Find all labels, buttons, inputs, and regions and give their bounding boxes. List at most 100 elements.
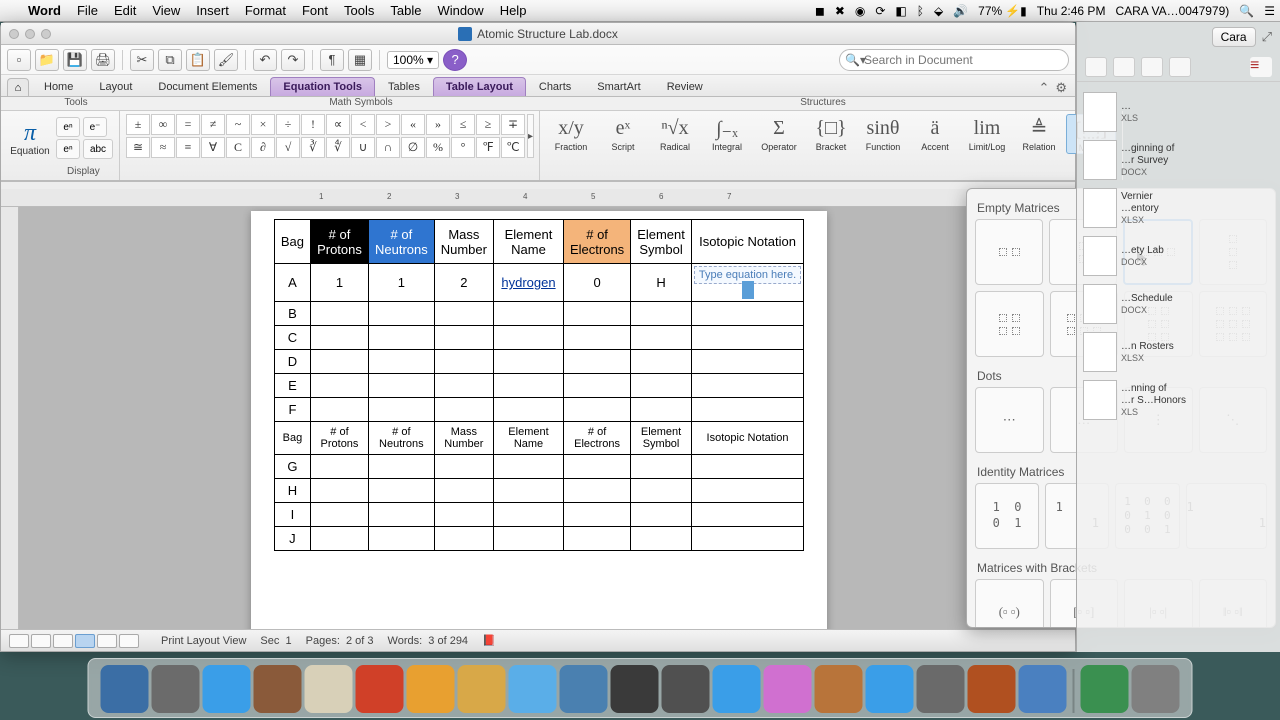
dots-mid[interactable]: ⋯ (975, 387, 1044, 453)
menu-edit[interactable]: Edit (106, 3, 144, 18)
menu-help[interactable]: Help (492, 3, 535, 18)
symbol-button[interactable]: ≡ (176, 137, 200, 158)
dock-app[interactable] (713, 665, 761, 713)
dock-app[interactable] (662, 665, 710, 713)
cell[interactable] (368, 503, 434, 527)
menu-file[interactable]: File (69, 3, 106, 18)
menulet-icon[interactable]: ◼ (810, 4, 830, 18)
cell[interactable]: H (631, 264, 692, 302)
menulet-icon[interactable]: ◉ (850, 4, 870, 18)
symbol-button[interactable]: ∪ (351, 137, 375, 158)
symbol-button[interactable]: ∞ (151, 114, 175, 135)
struct-function[interactable]: sinθFunction (858, 114, 908, 152)
symbol-button[interactable]: ℃ (501, 137, 525, 158)
cell[interactable] (368, 374, 434, 398)
view-outline-icon[interactable] (31, 634, 51, 648)
dock-app[interactable] (407, 665, 455, 713)
undo-icon[interactable]: ↶ (253, 49, 277, 71)
tab-tables[interactable]: Tables (375, 77, 433, 96)
menu-format[interactable]: Format (237, 3, 294, 18)
equation-button[interactable]: π Equation (7, 120, 53, 157)
cell[interactable] (691, 374, 803, 398)
volume-icon[interactable]: 🔊 (948, 4, 973, 18)
cell[interactable] (434, 326, 493, 350)
symbol-button[interactable]: ∓ (501, 114, 525, 135)
cell[interactable] (493, 527, 563, 551)
cell[interactable] (493, 302, 563, 326)
view-focus-icon[interactable] (119, 634, 139, 648)
tab-equation-tools[interactable]: Equation Tools (270, 77, 375, 96)
menulet-icon[interactable]: ✖ (830, 4, 850, 18)
status-words[interactable]: Words: 3 of 294 (388, 635, 469, 647)
cell[interactable] (434, 398, 493, 422)
cell[interactable] (691, 326, 803, 350)
notification-center-icon[interactable]: ☰ (1259, 4, 1280, 18)
symbol-button[interactable]: ℉ (476, 137, 500, 158)
cell[interactable] (434, 503, 493, 527)
cell-bag[interactable]: I (274, 503, 310, 527)
cell[interactable]: 1 (310, 264, 368, 302)
symbol-button[interactable]: ∂ (251, 137, 275, 158)
show-all-icon[interactable]: ▦ (348, 49, 372, 71)
cell[interactable] (434, 374, 493, 398)
cell-bag[interactable]: A (274, 264, 310, 302)
symbol-button[interactable]: ∝ (326, 114, 350, 135)
dock-app[interactable] (764, 665, 812, 713)
tab-docelements[interactable]: Document Elements (145, 77, 270, 96)
struct-relation[interactable]: ≜Relation (1014, 114, 1064, 152)
print-icon[interactable]: 🖨 (91, 49, 115, 71)
symbol-button[interactable]: ∩ (376, 137, 400, 158)
symbol-button[interactable]: » (426, 114, 450, 135)
cell[interactable] (310, 479, 368, 503)
tab-layout[interactable]: Layout (86, 77, 145, 96)
bluetooth-icon[interactable]: ᛒ (912, 4, 929, 18)
view-publishing-icon[interactable] (53, 634, 73, 648)
dock-app[interactable] (509, 665, 557, 713)
home-tab-icon[interactable]: ⌂ (7, 78, 29, 96)
symbol-button[interactable]: ≅ (126, 137, 150, 158)
cell[interactable] (310, 503, 368, 527)
cell-bag[interactable]: D (274, 350, 310, 374)
cell[interactable] (691, 455, 803, 479)
cell[interactable] (310, 302, 368, 326)
symbol-button[interactable]: ≤ (451, 114, 475, 135)
cell[interactable] (434, 302, 493, 326)
tab-review[interactable]: Review (654, 77, 716, 96)
symbol-button[interactable]: ∜ (326, 137, 350, 158)
file-item[interactable]: …ScheduleDOCX (1081, 280, 1276, 328)
dock-app[interactable] (203, 665, 251, 713)
help-icon[interactable]: ? (443, 49, 467, 71)
zoom-button[interactable] (41, 29, 51, 39)
cell[interactable] (310, 398, 368, 422)
identity-2x2[interactable]: 1 0 0 1 (975, 483, 1039, 549)
file-item[interactable]: Vernier…entoryXLSX (1081, 184, 1276, 232)
symbol-button[interactable]: % (426, 137, 450, 158)
cell-bag[interactable]: H (274, 479, 310, 503)
dock-app[interactable] (968, 665, 1016, 713)
symbol-button[interactable]: ! (301, 114, 325, 135)
struct-radical[interactable]: ⁿ√xRadical (650, 114, 700, 152)
paste-icon[interactable]: 📋 (186, 49, 210, 71)
symbol-button[interactable]: ∅ (401, 137, 425, 158)
normal-text-icon[interactable]: e⁻ (83, 117, 107, 137)
file-item[interactable]: …XLS (1081, 88, 1276, 136)
cell[interactable] (368, 479, 434, 503)
struct-bracket[interactable]: {□}Bracket (806, 114, 856, 152)
symbol-button[interactable]: ° (451, 137, 475, 158)
dock-app[interactable] (458, 665, 506, 713)
tab-home[interactable]: Home (31, 77, 86, 96)
redo-icon[interactable]: ↷ (281, 49, 305, 71)
cell[interactable] (310, 455, 368, 479)
horizontal-ruler[interactable]: 123 456 7 (1, 189, 1075, 207)
cell[interactable] (563, 374, 630, 398)
struct-limit/log[interactable]: limLimit/Log (962, 114, 1012, 152)
cell[interactable] (368, 350, 434, 374)
cell[interactable] (368, 455, 434, 479)
menu-insert[interactable]: Insert (188, 3, 237, 18)
cell[interactable] (493, 398, 563, 422)
ribbon-settings-icon[interactable]: ⚙ (1055, 80, 1067, 96)
sp-icon[interactable] (1085, 57, 1107, 77)
cell-bag[interactable]: B (274, 302, 310, 326)
open-icon[interactable]: 📁 (35, 49, 59, 71)
menu-window[interactable]: Window (429, 3, 491, 18)
